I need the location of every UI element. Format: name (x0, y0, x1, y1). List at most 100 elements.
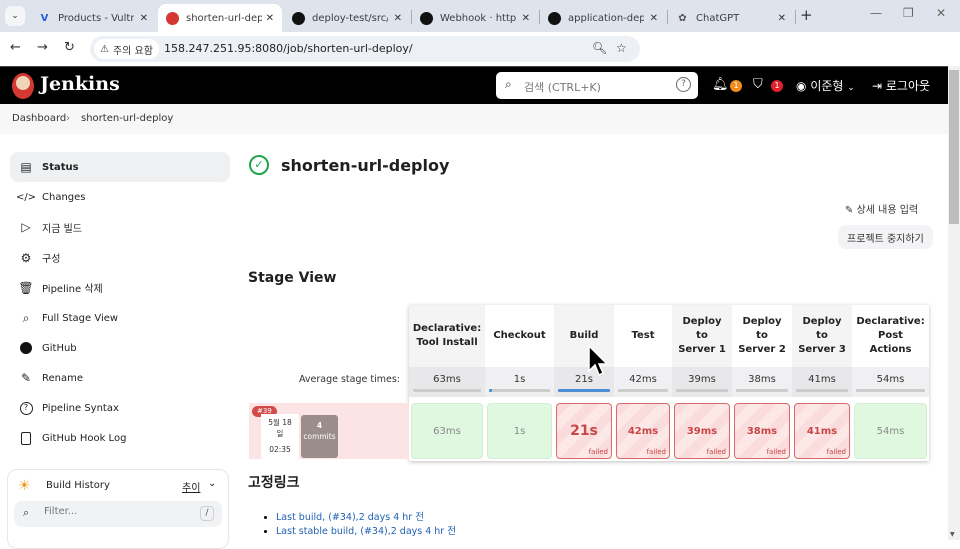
mouse-cursor-icon (588, 345, 609, 377)
chevron-down-icon[interactable]: ⌄ (208, 478, 216, 489)
close-tab-icon[interactable]: ✕ (650, 13, 658, 24)
stage-average-time: 41ms (792, 367, 852, 397)
breadcrumb-job[interactable]: shorten-url-deploy (81, 113, 173, 124)
edit-description-button[interactable]: ✎ 상세 내용 입력 (845, 201, 918, 216)
sidebar-item-configure[interactable]: ⚙ 구성 (10, 243, 230, 273)
help-icon[interactable]: ? (676, 77, 691, 92)
search-icon: ⌕ (505, 77, 512, 91)
pencil-icon: ✎ (845, 205, 854, 216)
stage-average-bar (856, 389, 925, 392)
sidebar-item-status[interactable]: ▤ Status (10, 152, 230, 183)
chatgpt-icon: ✿ (678, 12, 687, 24)
back-button[interactable]: ← (10, 40, 21, 55)
build-filter[interactable]: ⌕ / (14, 501, 222, 527)
scrollbar-thumb[interactable] (949, 70, 959, 224)
build-date: 5월 18 일 02:35 (261, 414, 299, 459)
bookmark-star-icon[interactable]: ☆ (616, 41, 627, 55)
failed-label: failed (588, 448, 608, 456)
zoom-icon[interactable]: 🔍︎ (592, 41, 607, 55)
close-tab-icon[interactable]: ✕ (140, 13, 148, 24)
sidebar-item-build-now[interactable]: ▷ 지금 빌드 (10, 212, 230, 242)
permalinks-list: Last build, (#34),2 days 4 hr 전 Last sta… (276, 511, 456, 539)
jenkins-title[interactable]: Jenkins (40, 73, 120, 95)
stage-column: Build 21s 21s failed (554, 305, 614, 461)
stage-cell-failed[interactable]: 38ms failed (734, 403, 790, 459)
stage-cell-failed[interactable]: 21s failed (556, 403, 612, 459)
sidebar-item-github[interactable]: GitHub (10, 333, 230, 363)
page-scrollbar[interactable]: ▼ (948, 66, 960, 540)
browser-tab-application-deploy[interactable]: application-deploy ✕ (540, 4, 666, 32)
user-menu[interactable]: ◉ 이준형 ⌄ (796, 77, 855, 94)
browser-tab-vultr[interactable]: V Products - Vultr.com ✕ (30, 4, 156, 32)
trend-link[interactable]: 추이 (182, 479, 200, 494)
reload-button[interactable]: ↻ (64, 40, 75, 55)
browser-toolbar: ← → ↻ ⚠ 주의 요함 158.247.251.95:8080/job/sh… (0, 32, 960, 86)
close-tab-icon[interactable]: ✕ (394, 13, 402, 24)
stage-column: Deploy to Server 1 39ms 39ms failed (672, 305, 732, 461)
stage-cell-success[interactable]: 54ms (854, 403, 927, 459)
build-history-title: Build History (46, 480, 110, 491)
sidebar-item-github-hook-log[interactable]: GitHub Hook Log (10, 424, 230, 454)
security-chip[interactable]: ⚠ 주의 요함 (94, 39, 159, 59)
stage-cell-failed[interactable]: 42ms failed (616, 403, 670, 459)
search-box[interactable]: ⌕ 검색 (CTRL+K) ? (496, 72, 698, 99)
github-icon (19, 341, 33, 355)
sidebar-item-rename[interactable]: ✎ Rename (10, 363, 230, 393)
status-success-icon: ✓ (249, 155, 269, 175)
stage-average-time: 38ms (732, 367, 792, 397)
shield-icon[interactable]: ⛉ (753, 77, 763, 92)
sidebar-item-delete-pipeline[interactable]: 🗑︎ Pipeline 삭제 (10, 273, 230, 303)
browser-tab-deploy-test[interactable]: deploy-test/src/main ✕ (284, 4, 410, 32)
sidebar-item-full-stage-view[interactable]: ⌕ Full Stage View (10, 303, 230, 333)
page-title: shorten-url-deploy (281, 156, 450, 175)
sidebar-item-changes[interactable]: </> Changes (10, 182, 230, 212)
filter-shortcut-key: / (200, 506, 214, 521)
url-text[interactable]: 158.247.251.95:8080/job/shorten-url-depl… (164, 42, 413, 55)
close-tab-icon[interactable]: ✕ (266, 13, 274, 24)
warning-icon: ⚠ (100, 43, 109, 55)
breadcrumb-dashboard[interactable]: Dashboard (12, 113, 66, 124)
close-tab-icon[interactable]: ✕ (522, 13, 530, 24)
stage-average-bar (618, 389, 668, 392)
jenkins-logo-icon[interactable] (12, 73, 34, 99)
stage-cell-failed[interactable]: 41ms failed (794, 403, 850, 459)
search-input[interactable]: 검색 (CTRL+K) (524, 79, 601, 95)
bell-icon[interactable]: 🔔︎ (712, 77, 729, 92)
browser-tab-jenkins[interactable]: shorten-url-deploy ✕ (158, 4, 282, 32)
chevron-down-icon: ⌄ (847, 83, 855, 93)
pencil-icon: ✎ (20, 371, 32, 386)
scroll-down-arrow-icon[interactable]: ▼ (950, 531, 955, 538)
forward-button[interactable]: → (37, 40, 48, 55)
filter-input[interactable] (44, 506, 184, 517)
sidebar: ▤ Status </> Changes ▷ 지금 빌드 ⚙ 구성 🗑︎ Pipeline… (10, 152, 230, 454)
average-stage-times-label: Average stage times: (298, 374, 400, 385)
tab-divider (795, 10, 796, 24)
logout-icon: ⇥ (872, 79, 883, 93)
sidebar-item-pipeline-syntax[interactable]: ? Pipeline Syntax (10, 394, 230, 424)
commits-badge[interactable]: 4 commits (301, 415, 338, 458)
stage-header: Deploy to Server 2 (732, 305, 792, 367)
help-icon: ? (19, 402, 33, 416)
browser-tab-chatgpt[interactable]: ✿ ChatGPT ✕ (668, 4, 794, 32)
stage-average-bar (676, 389, 728, 392)
browser-tab-webhook[interactable]: Webhook · http:// ✕ (412, 4, 538, 32)
stage-average-bar (413, 389, 481, 392)
permalink-last-stable-build[interactable]: Last stable build, (#34),2 days 4 hr 전 (276, 525, 456, 539)
logout-button[interactable]: ⇥ 로그아웃 (872, 77, 930, 94)
stage-cell-success[interactable]: 63ms (411, 403, 483, 459)
disable-project-button[interactable]: 프로젝트 중지하기 (838, 225, 933, 249)
address-bar[interactable]: ⚠ 주의 요함 158.247.251.95:8080/job/shorten-… (90, 36, 640, 62)
gear-icon: ⚙ (20, 250, 32, 265)
new-tab-button[interactable]: + (800, 6, 813, 24)
close-tab-icon[interactable]: ✕ (778, 13, 786, 24)
chevron-right-icon[interactable]: › (167, 113, 171, 124)
user-avatar-icon: ◉ (796, 79, 807, 93)
permalink-last-build[interactable]: Last build, (#34),2 days 4 hr 전 (276, 511, 456, 525)
minimize-button[interactable]: — (870, 6, 882, 20)
build-run-row[interactable]: #39 5월 18 일 02:35 4 commits (249, 403, 409, 459)
restore-button[interactable]: ❐ (903, 6, 914, 20)
close-window-button[interactable]: ✕ (936, 6, 946, 20)
tab-search-button[interactable]: ⌄ (5, 6, 25, 26)
stage-cell-failed[interactable]: 39ms failed (674, 403, 730, 459)
stage-cell-success[interactable]: 1s (487, 403, 552, 459)
